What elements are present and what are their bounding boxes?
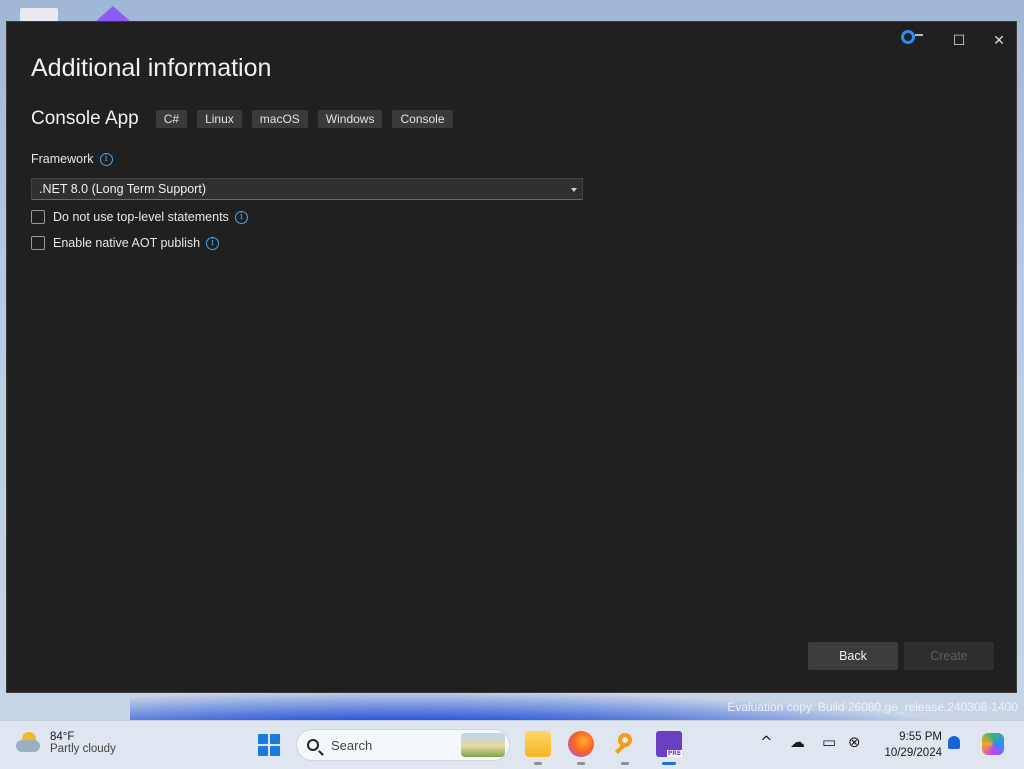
framework-label: Framework: [31, 152, 94, 166]
native-aot-label: Enable native AOT publish: [53, 236, 201, 250]
framework-select-value: .NET 8.0 (Long Term Support): [39, 182, 206, 196]
running-indicator: [577, 762, 585, 765]
tag-csharp: C#: [155, 110, 188, 128]
weather-temperature: 84°F: [50, 731, 75, 743]
notification-bell-icon[interactable]: [948, 736, 960, 749]
additional-information-dialog: ☐ ✕ Additional information Console App C…: [6, 21, 1017, 693]
native-aot-option[interactable]: Enable native AOT publish i: [31, 236, 220, 250]
framework-label-row: Framework i: [31, 152, 113, 166]
evaluation-watermark: Evaluation copy. Build 26080.ge_release.…: [727, 700, 1018, 714]
volume-muted-icon[interactable]: ⊗: [848, 733, 861, 751]
create-button[interactable]: Create: [904, 642, 994, 670]
visual-studio-preview-icon[interactable]: PRE: [656, 731, 682, 757]
search-placeholder: Search: [331, 737, 373, 753]
tag-windows: Windows: [317, 110, 383, 128]
system-clock[interactable]: 9:55 PM 10/29/2024: [872, 729, 942, 761]
back-button[interactable]: Back: [808, 642, 898, 670]
magnifier-icon[interactable]: [612, 731, 638, 757]
clock-time: 9:55 PM: [899, 731, 942, 743]
copilot-status-icon[interactable]: [901, 30, 915, 44]
close-button[interactable]: ✕: [984, 28, 1014, 54]
search-icon: [307, 739, 319, 751]
network-icon[interactable]: ▭: [822, 733, 836, 751]
running-indicator: [621, 762, 629, 765]
partly-cloudy-icon: [16, 732, 42, 754]
firefox-icon[interactable]: [568, 731, 594, 757]
show-hidden-icons-button[interactable]: ^: [760, 733, 773, 751]
start-button[interactable]: [258, 734, 280, 756]
top-level-statements-checkbox[interactable]: [31, 210, 45, 224]
taskbar: 84°F Partly cloudy Search PRE ^ ☁ ▭ ⊗ 9:…: [0, 720, 1024, 769]
clock-date: 10/29/2024: [884, 747, 942, 759]
top-level-statements-label: Do not use top-level statements: [53, 210, 229, 224]
info-icon[interactable]: i: [99, 152, 113, 166]
search-highlight-image: [461, 733, 505, 757]
weather-widget[interactable]: 84°F Partly cloudy: [16, 731, 116, 755]
maximize-button[interactable]: ☐: [944, 28, 974, 54]
desktop-shape-fragment: [95, 6, 131, 22]
page-title: Additional information: [31, 54, 272, 82]
search-box[interactable]: Search: [296, 729, 510, 761]
running-indicator: [534, 762, 542, 765]
template-header: Console App C# Linux macOS Windows Conso…: [31, 108, 463, 130]
framework-select[interactable]: .NET 8.0 (Long Term Support): [31, 178, 583, 200]
active-indicator: [662, 762, 676, 765]
tag-macos: macOS: [251, 110, 308, 128]
desktop-icon-fragment: [20, 8, 58, 22]
info-icon[interactable]: i: [206, 236, 220, 250]
tag-console: Console: [392, 110, 453, 128]
top-level-statements-option[interactable]: Do not use top-level statements i: [31, 210, 248, 224]
copilot-icon[interactable]: [982, 733, 1004, 755]
weather-description: Partly cloudy: [50, 743, 116, 755]
native-aot-checkbox[interactable]: [31, 236, 45, 250]
tag-linux: Linux: [197, 110, 242, 128]
onedrive-icon[interactable]: ☁: [790, 733, 805, 751]
info-icon[interactable]: i: [234, 210, 248, 224]
minimize-icon[interactable]: [915, 34, 923, 36]
chevron-down-icon: [571, 188, 577, 192]
template-name: Console App: [31, 108, 139, 129]
file-explorer-icon[interactable]: [525, 731, 551, 757]
